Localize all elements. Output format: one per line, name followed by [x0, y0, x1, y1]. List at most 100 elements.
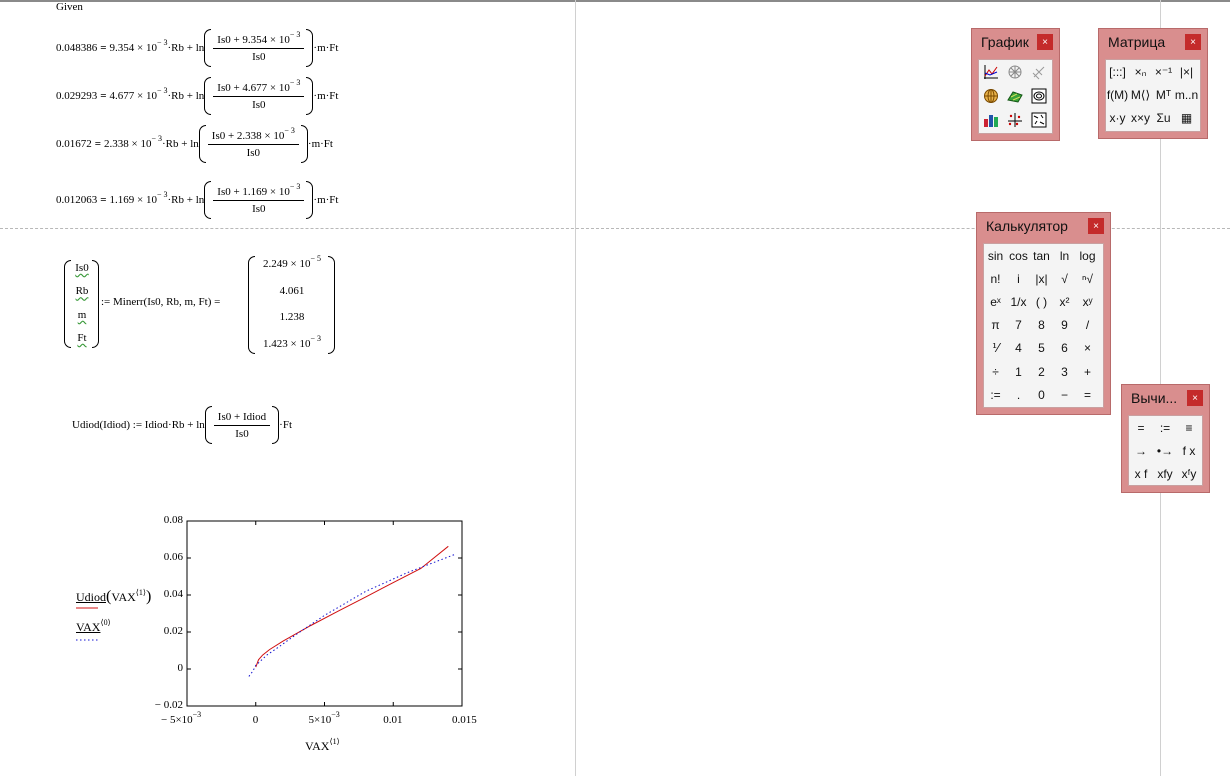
eval-key-button[interactable]: •→: [1153, 439, 1177, 462]
calc-key-button[interactable]: ⁿ√: [1076, 267, 1099, 290]
eval-key-button[interactable]: xᶠy: [1177, 462, 1201, 485]
evaluation-palette-close-button[interactable]: ×: [1187, 390, 1203, 406]
matrix-key-button[interactable]: x·y: [1106, 106, 1129, 129]
calc-key-button[interactable]: xʸ: [1076, 290, 1099, 313]
matrix-palette-titlebar[interactable]: Матрица ×: [1099, 29, 1207, 55]
calc-key-button[interactable]: ( ): [1030, 290, 1053, 313]
y-tick-label: 0.06: [163, 551, 183, 563]
matrix-key-button[interactable]: ×⁻¹: [1152, 60, 1175, 83]
calc-key-button[interactable]: ⅟: [984, 337, 1007, 360]
eval-key-button[interactable]: →: [1129, 439, 1153, 462]
matrix-key-button[interactable]: x×y: [1129, 106, 1152, 129]
calc-key-button[interactable]: ln: [1053, 244, 1076, 267]
calc-key-button[interactable]: 6: [1053, 337, 1076, 360]
graph-palette-titlebar[interactable]: График ×: [972, 29, 1059, 55]
calc-key-button[interactable]: −: [1053, 383, 1076, 406]
matrix-key-button[interactable]: M⟨⟩: [1129, 83, 1152, 106]
contour-plot-icon[interactable]: [1027, 84, 1051, 108]
calc-key-button[interactable]: 0: [1030, 383, 1053, 406]
y-tick-label: 0: [177, 662, 184, 674]
legend-vax[interactable]: VAX⟨0⟩: [76, 619, 111, 635]
calculator-palette-close-button[interactable]: ×: [1088, 218, 1104, 234]
calc-key-button[interactable]: cos: [1007, 244, 1030, 267]
eval-key-button[interactable]: x f: [1129, 462, 1153, 485]
xy-plot-icon[interactable]: [979, 60, 1003, 84]
calc-key-button[interactable]: x²: [1053, 290, 1076, 313]
plot-svg: [76, 520, 463, 707]
surface-plot-icon[interactable]: [1027, 60, 1051, 84]
calc-key-button[interactable]: n!: [984, 267, 1007, 290]
eval-key-button[interactable]: =: [1129, 416, 1153, 439]
globe-plot-icon[interactable]: [979, 84, 1003, 108]
calc-key-button[interactable]: 5: [1030, 337, 1053, 360]
calc-key-button[interactable]: 1: [1007, 360, 1030, 383]
calc-key-button[interactable]: 9: [1053, 314, 1076, 337]
calc-key-button[interactable]: log: [1076, 244, 1099, 267]
matrix-key-button[interactable]: |×|: [1175, 60, 1198, 83]
calc-key-button[interactable]: 4: [1007, 337, 1030, 360]
eval-key-button[interactable]: ≡: [1177, 416, 1201, 439]
matrix-palette-close-button[interactable]: ×: [1185, 34, 1201, 50]
calc-key-button[interactable]: /: [1076, 314, 1099, 337]
calculator-palette-titlebar[interactable]: Калькулятор ×: [977, 213, 1110, 239]
y-tick-label: − 0.02: [154, 699, 183, 711]
page-boundary-vertical: [575, 0, 576, 776]
series-vax-line: [248, 553, 456, 677]
calc-key-button[interactable]: π: [984, 314, 1007, 337]
contour-surface-icon[interactable]: [1003, 84, 1027, 108]
x-tick-label: 0.015: [452, 714, 477, 726]
x-axis-label[interactable]: VAX⟨1⟩: [305, 738, 340, 754]
calculator-palette-body: sin cos tan ln log n! i |x| √ ⁿ√ eˣ 1/x( ) x² xʸ π 7 8 9/…: [983, 243, 1104, 408]
bar-plot-3d-icon[interactable]: [979, 108, 1003, 132]
evaluation-palette[interactable]: Вычи... × =:= ≡ → •→ f x x f xfy xᶠy: [1121, 384, 1210, 493]
calculator-palette[interactable]: Калькулятор × sin cos tan ln log n! i |x| √ ⁿ√ eˣ 1/…: [976, 212, 1111, 415]
calc-key-button[interactable]: ÷: [984, 360, 1007, 383]
y-tick-label: 0.04: [163, 588, 183, 600]
calc-key-button[interactable]: 2: [1030, 360, 1053, 383]
eval-key-button[interactable]: :=: [1153, 416, 1177, 439]
evaluation-palette-titlebar[interactable]: Вычи... ×: [1122, 385, 1209, 411]
matrix-key-button[interactable]: Mᵀ: [1152, 83, 1175, 106]
evaluation-palette-title: Вычи...: [1131, 390, 1178, 406]
plot-frame: [186, 520, 463, 707]
matrix-key-button[interactable]: ▦: [1175, 106, 1198, 129]
calc-key-button[interactable]: √: [1053, 267, 1076, 290]
calc-key-button[interactable]: ×: [1076, 337, 1099, 360]
legend-udiod[interactable]: Udiod(VAX⟨1⟩): [76, 588, 151, 606]
graph-palette-body: [978, 59, 1053, 134]
y-tick-label: 0.08: [163, 514, 183, 526]
eval-key-button[interactable]: xfy: [1153, 462, 1177, 485]
matrix-key-button[interactable]: m..n: [1175, 83, 1198, 106]
polar-plot-icon[interactable]: [1003, 60, 1027, 84]
x-tick-label: 0: [252, 714, 259, 726]
x-tick-label: 5×10−3: [308, 710, 340, 727]
eval-key-button[interactable]: f x: [1177, 439, 1201, 462]
matrix-key-button[interactable]: ×ₙ: [1129, 60, 1152, 83]
x-tick-label: − 5×10−3: [161, 710, 202, 727]
calc-key-button[interactable]: eˣ: [984, 290, 1007, 313]
matrix-key-button[interactable]: f(M): [1106, 83, 1129, 106]
calc-key-button[interactable]: tan: [1030, 244, 1053, 267]
calc-key-button[interactable]: 7: [1007, 314, 1030, 337]
calc-key-button[interactable]: +: [1076, 360, 1099, 383]
matrix-key-button[interactable]: [:::]: [1106, 60, 1129, 83]
evaluation-palette-body: =:= ≡ → •→ f x x f xfy xᶠy: [1128, 415, 1203, 486]
calc-key-button[interactable]: 8: [1030, 314, 1053, 337]
calc-key-button[interactable]: =: [1076, 383, 1099, 406]
calc-key-button[interactable]: |x|: [1030, 267, 1053, 290]
calc-key-button[interactable]: i: [1007, 267, 1030, 290]
calc-key-button[interactable]: :=: [984, 383, 1007, 406]
calc-key-button[interactable]: .: [1007, 383, 1030, 406]
matrix-palette-body: [:::] ×ₙ ×⁻¹ |×|f(M) M⟨⟩ Mᵀ m..nx·y x×y Σu ▦: [1105, 59, 1201, 132]
scatter-plot-3d-icon[interactable]: [1003, 108, 1027, 132]
matrix-palette[interactable]: Матрица × [:::] ×ₙ ×⁻¹ |×|f(M) M⟨⟩ Mᵀ m..nx·y x×…: [1098, 28, 1208, 139]
graph-palette[interactable]: График ×: [971, 28, 1060, 141]
matrix-palette-title: Матрица: [1108, 34, 1166, 50]
calc-key-button[interactable]: 3: [1053, 360, 1076, 383]
vector-field-plot-icon[interactable]: [1027, 108, 1051, 132]
graph-palette-close-button[interactable]: ×: [1037, 34, 1053, 50]
calc-key-button[interactable]: 1/x: [1007, 290, 1030, 313]
matrix-key-button[interactable]: Σu: [1152, 106, 1175, 129]
y-tick-label: 0.02: [163, 625, 183, 637]
calc-key-button[interactable]: sin: [984, 244, 1007, 267]
